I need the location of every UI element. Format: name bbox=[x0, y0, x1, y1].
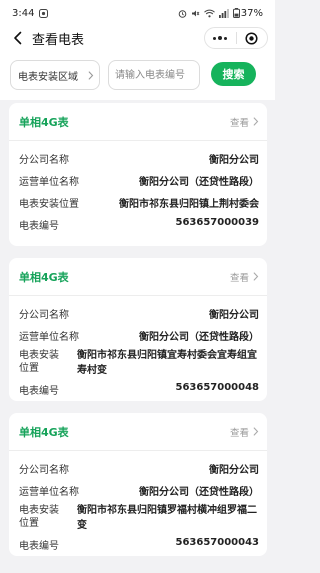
card-body: 分公司名称 衡阳分公司 运营单位名称 衡阳分公司（还贷性路段） 电表安装位置 衡… bbox=[9, 451, 267, 555]
location-label-line-1: 电表安装 bbox=[19, 505, 59, 516]
operator-label: 运营单位名称 bbox=[19, 332, 79, 343]
card-header: 单相4G表 查看 bbox=[9, 258, 267, 296]
view-label: 查看 bbox=[229, 117, 249, 129]
meter-type: 单相4G表 bbox=[19, 115, 69, 129]
meter-number-row: 电表编号 563657000048 bbox=[19, 378, 259, 400]
branch-row: 分公司名称 衡阳分公司 bbox=[19, 457, 259, 479]
chevron-left-icon bbox=[13, 31, 21, 45]
status-right: 37% bbox=[178, 8, 263, 19]
view-detail-link[interactable]: 查看 bbox=[230, 425, 259, 439]
chevron-right-icon bbox=[253, 117, 259, 126]
wifi-icon bbox=[203, 9, 215, 18]
branch-label: 分公司名称 bbox=[19, 465, 69, 476]
back-button[interactable] bbox=[8, 28, 26, 48]
branch-row: 分公司名称 衡阳分公司 bbox=[19, 147, 259, 169]
meter-number-value: 563657000039 bbox=[175, 217, 260, 228]
notification-icon bbox=[39, 8, 49, 18]
search-button[interactable]: 搜索 bbox=[211, 62, 256, 86]
signal-icon bbox=[218, 8, 229, 18]
mini-program-capsule bbox=[204, 27, 268, 49]
operator-label: 运营单位名称 bbox=[19, 177, 79, 188]
location-label: 电表安装位置 bbox=[19, 346, 71, 375]
battery-icon bbox=[232, 8, 240, 18]
view-label: 查看 bbox=[229, 272, 249, 284]
location-value: 衡阳市祁东县归阳镇罗福村横冲组罗福二变 bbox=[77, 505, 257, 531]
operator-row: 运营单位名称 衡阳分公司（还贷性路段） bbox=[19, 324, 259, 346]
meter-number-label: 电表编号 bbox=[19, 221, 59, 232]
location-label: 电表安装位置 bbox=[19, 199, 79, 210]
nav-bar: 查看电表 bbox=[0, 26, 275, 50]
location-value: 衡阳市祁东县归阳镇上荆村委会 bbox=[119, 199, 259, 210]
chevron-right-icon bbox=[88, 70, 94, 80]
view-label: 查看 bbox=[229, 427, 249, 439]
search-bar: 电表安装区域 搜索 bbox=[0, 50, 275, 100]
operator-value: 衡阳分公司（还贷性路段） bbox=[139, 332, 259, 343]
status-bar: 3:44 37% bbox=[0, 0, 275, 26]
branch-value: 衡阳分公司 bbox=[209, 465, 259, 476]
operator-row: 运营单位名称 衡阳分公司（还贷性路段） bbox=[19, 169, 259, 191]
meter-number-input[interactable] bbox=[108, 60, 200, 90]
meter-card: 单相4G表 查看 分公司名称 衡阳分公司 运营单位名称 衡阳分公司（还贷性路段）… bbox=[9, 258, 267, 401]
location-row: 电表安装位置 衡阳市祁东县归阳镇上荆村委会 bbox=[19, 191, 259, 213]
location-value: 衡阳市祁东县归阳镇宜寿村委会宜寿组宜寿村变 bbox=[77, 350, 257, 376]
page-title: 查看电表 bbox=[32, 32, 85, 48]
battery-percent: 37% bbox=[240, 7, 263, 19]
more-dots-icon bbox=[213, 36, 228, 40]
location-row: 电表安装位置 衡阳市祁东县归阳镇宜寿村委会宜寿组宜寿村变 bbox=[19, 346, 259, 378]
operator-value: 衡阳分公司（还贷性路段） bbox=[139, 487, 259, 498]
branch-value: 衡阳分公司 bbox=[209, 155, 259, 166]
meter-number-row: 电表编号 563657000039 bbox=[19, 213, 259, 235]
more-menu-button[interactable] bbox=[205, 28, 236, 48]
meter-number-row: 电表编号 563657000043 bbox=[19, 533, 259, 555]
meter-number-value: 563657000048 bbox=[175, 382, 260, 393]
location-row: 电表安装位置 衡阳市祁东县归阳镇罗福村横冲组罗福二变 bbox=[19, 501, 259, 533]
meter-card: 单相4G表 查看 分公司名称 衡阳分公司 运营单位名称 衡阳分公司（还贷性路段）… bbox=[9, 413, 267, 556]
status-time: 3:44 bbox=[12, 7, 35, 19]
meter-number-label: 电表编号 bbox=[19, 541, 59, 552]
operator-label: 运营单位名称 bbox=[19, 487, 79, 498]
close-mini-program-button[interactable] bbox=[237, 28, 268, 48]
card-header: 单相4G表 查看 bbox=[9, 413, 267, 451]
location-label-line-2: 位置 bbox=[19, 518, 39, 529]
chevron-right-icon bbox=[253, 272, 259, 281]
status-left: 3:44 bbox=[12, 7, 49, 19]
mute-icon bbox=[191, 9, 200, 18]
area-select[interactable]: 电表安装区域 bbox=[10, 60, 100, 90]
meter-type: 单相4G表 bbox=[19, 270, 69, 284]
meter-card-list: 单相4G表 查看 分公司名称 衡阳分公司 运营单位名称 衡阳分公司（还贷性路段）… bbox=[0, 100, 275, 556]
operator-value: 衡阳分公司（还贷性路段） bbox=[139, 177, 259, 188]
meter-number-label: 电表编号 bbox=[19, 386, 59, 397]
battery-indicator: 37% bbox=[232, 7, 263, 19]
meter-list-page: 3:44 37% 查看电表 电表安装区域 请输入电表编号 搜索 单相4G表 查看… bbox=[0, 0, 275, 573]
location-label-line-2: 位置 bbox=[19, 363, 39, 374]
meter-card: 单相4G表 查看 分公司名称 衡阳分公司 运营单位名称 衡阳分公司（还贷性路段）… bbox=[9, 103, 267, 246]
branch-value: 衡阳分公司 bbox=[209, 310, 259, 321]
area-select-placeholder: 电表安装区域 bbox=[18, 71, 78, 83]
view-detail-link[interactable]: 查看 bbox=[230, 115, 259, 129]
branch-row: 分公司名称 衡阳分公司 bbox=[19, 302, 259, 324]
chevron-right-icon bbox=[253, 427, 259, 436]
card-header: 单相4G表 查看 bbox=[9, 103, 267, 141]
location-label-line-1: 电表安装 bbox=[19, 350, 59, 361]
card-body: 分公司名称 衡阳分公司 运营单位名称 衡阳分公司（还贷性路段） 电表安装位置 衡… bbox=[9, 141, 267, 235]
view-detail-link[interactable]: 查看 bbox=[230, 270, 259, 284]
meter-number-value: 563657000043 bbox=[175, 537, 260, 548]
target-circle-icon bbox=[245, 31, 258, 45]
operator-row: 运营单位名称 衡阳分公司（还贷性路段） bbox=[19, 479, 259, 501]
meter-type: 单相4G表 bbox=[19, 425, 69, 439]
branch-label: 分公司名称 bbox=[19, 310, 69, 321]
branch-label: 分公司名称 bbox=[19, 155, 69, 166]
card-body: 分公司名称 衡阳分公司 运营单位名称 衡阳分公司（还贷性路段） 电表安装位置 衡… bbox=[9, 296, 267, 400]
alarm-icon bbox=[178, 9, 187, 18]
location-label: 电表安装位置 bbox=[19, 501, 71, 530]
